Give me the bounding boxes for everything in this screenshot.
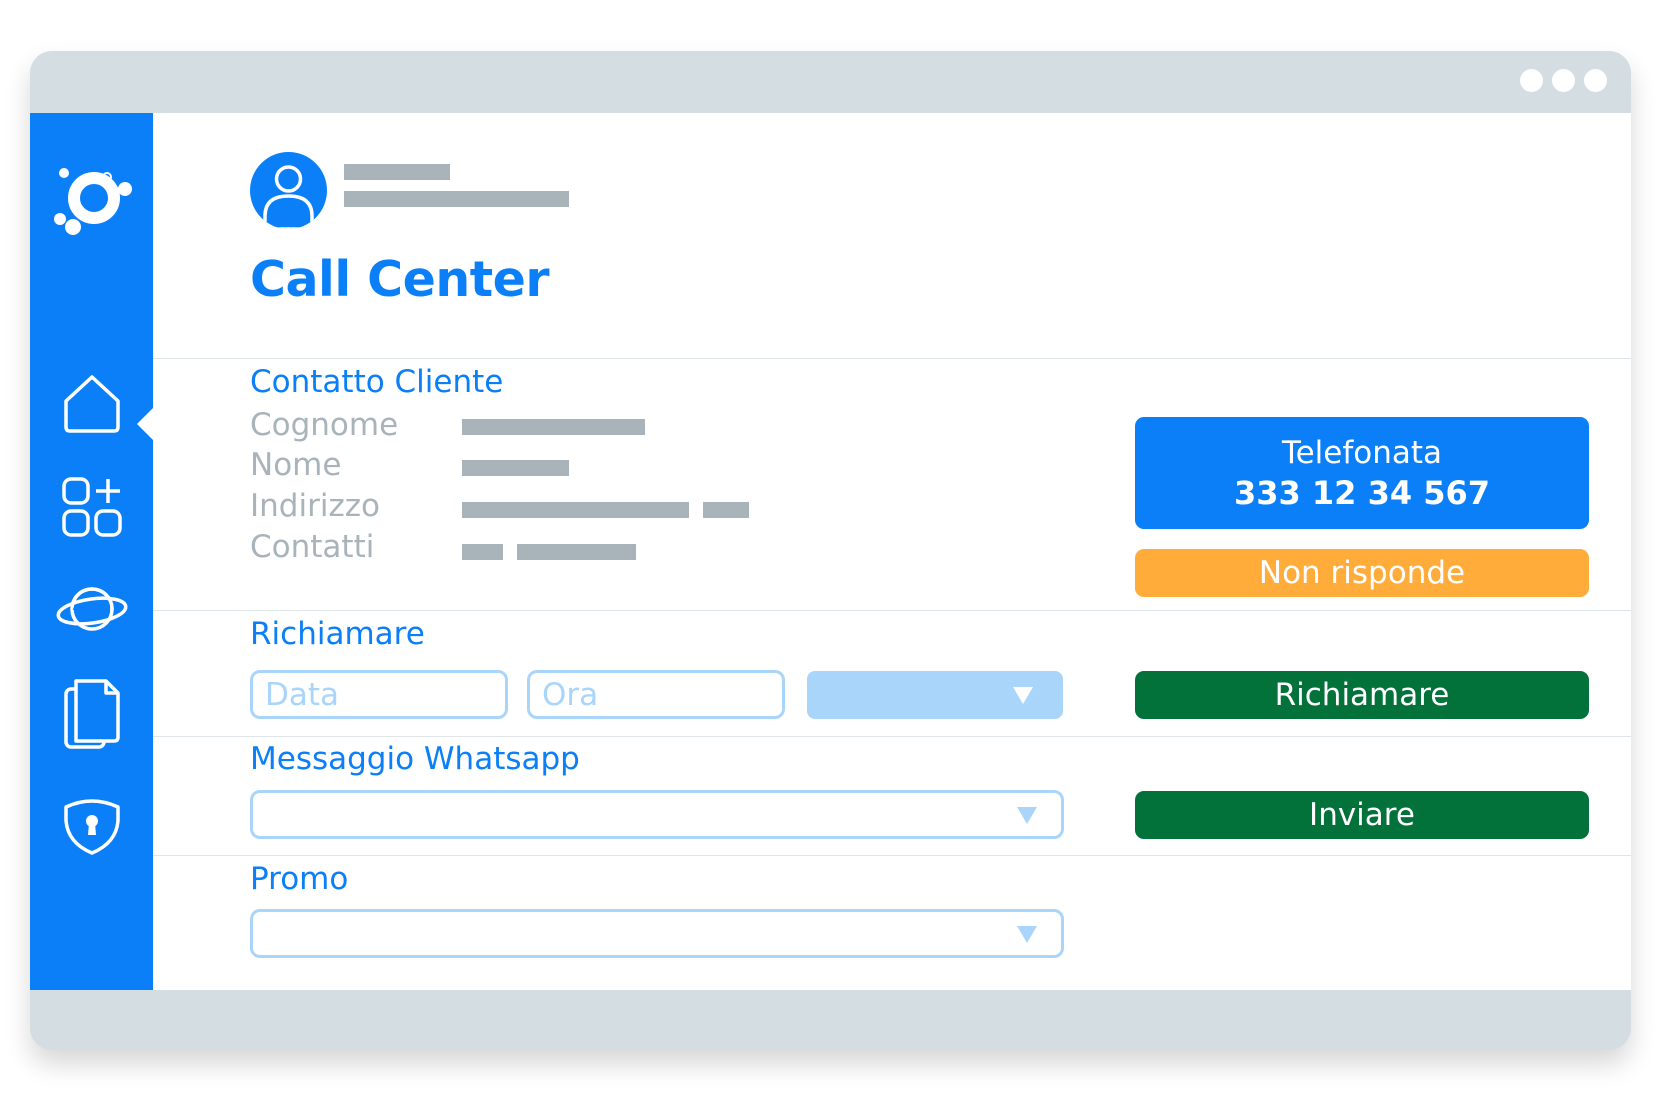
divider <box>153 855 1631 856</box>
divider <box>153 736 1631 737</box>
documents-icon[interactable] <box>30 675 153 753</box>
promo-select[interactable] <box>250 909 1064 958</box>
page-title: Call Center <box>250 251 550 308</box>
active-indicator <box>137 407 154 441</box>
date-input[interactable]: Data <box>250 670 508 719</box>
callback-select[interactable] <box>807 671 1063 719</box>
orbit-logo[interactable] <box>30 161 153 241</box>
section-title-promo: Promo <box>250 861 349 897</box>
window-dot[interactable] <box>1552 69 1575 92</box>
shield-lock-icon[interactable] <box>30 797 153 857</box>
divider <box>153 610 1631 611</box>
time-input[interactable]: Ora <box>527 670 785 719</box>
home-icon[interactable] <box>30 371 153 435</box>
window-controls <box>1520 69 1607 92</box>
main-content: Call Center Contatto Cliente Cognome Nom… <box>153 113 1631 990</box>
divider <box>153 358 1631 359</box>
planet-icon[interactable] <box>30 581 153 637</box>
field-value-placeholder <box>517 544 636 560</box>
chevron-down-icon <box>1013 687 1033 704</box>
sidebar <box>30 113 154 990</box>
field-value-placeholder <box>462 419 645 435</box>
chevron-down-icon <box>1017 926 1037 943</box>
send-button[interactable]: Inviare <box>1135 791 1589 839</box>
field-label-nome: Nome <box>250 447 342 483</box>
call-number: 333 12 34 567 <box>1233 474 1491 512</box>
window-dot[interactable] <box>1520 69 1543 92</box>
field-value-placeholder <box>462 502 689 518</box>
call-button-label: Telefonata <box>1281 435 1443 471</box>
username-placeholder <box>344 164 450 180</box>
section-title-whatsapp: Messaggio Whatsapp <box>250 741 580 777</box>
section-title-callback: Richiamare <box>250 616 425 652</box>
window-dot[interactable] <box>1584 69 1607 92</box>
field-value-placeholder <box>703 502 749 518</box>
user-icon <box>263 165 314 229</box>
whatsapp-message-select[interactable] <box>250 790 1064 839</box>
no-answer-button[interactable]: Non risponde <box>1135 549 1589 597</box>
app-window: Call Center Contatto Cliente Cognome Nom… <box>30 51 1631 1050</box>
field-label-contatti: Contatti <box>250 529 375 565</box>
field-value-placeholder <box>462 544 503 560</box>
user-details-placeholder <box>344 191 569 207</box>
section-title-contact: Contatto Cliente <box>250 364 504 400</box>
field-value-placeholder <box>462 460 569 476</box>
field-label-indirizzo: Indirizzo <box>250 488 380 524</box>
callback-button[interactable]: Richiamare <box>1135 671 1589 719</box>
call-button[interactable]: Telefonata 333 12 34 567 <box>1135 417 1589 529</box>
user-avatar[interactable] <box>250 152 327 229</box>
apps-add-icon[interactable] <box>30 475 153 539</box>
field-label-cognome: Cognome <box>250 407 399 443</box>
chevron-down-icon <box>1017 807 1037 824</box>
